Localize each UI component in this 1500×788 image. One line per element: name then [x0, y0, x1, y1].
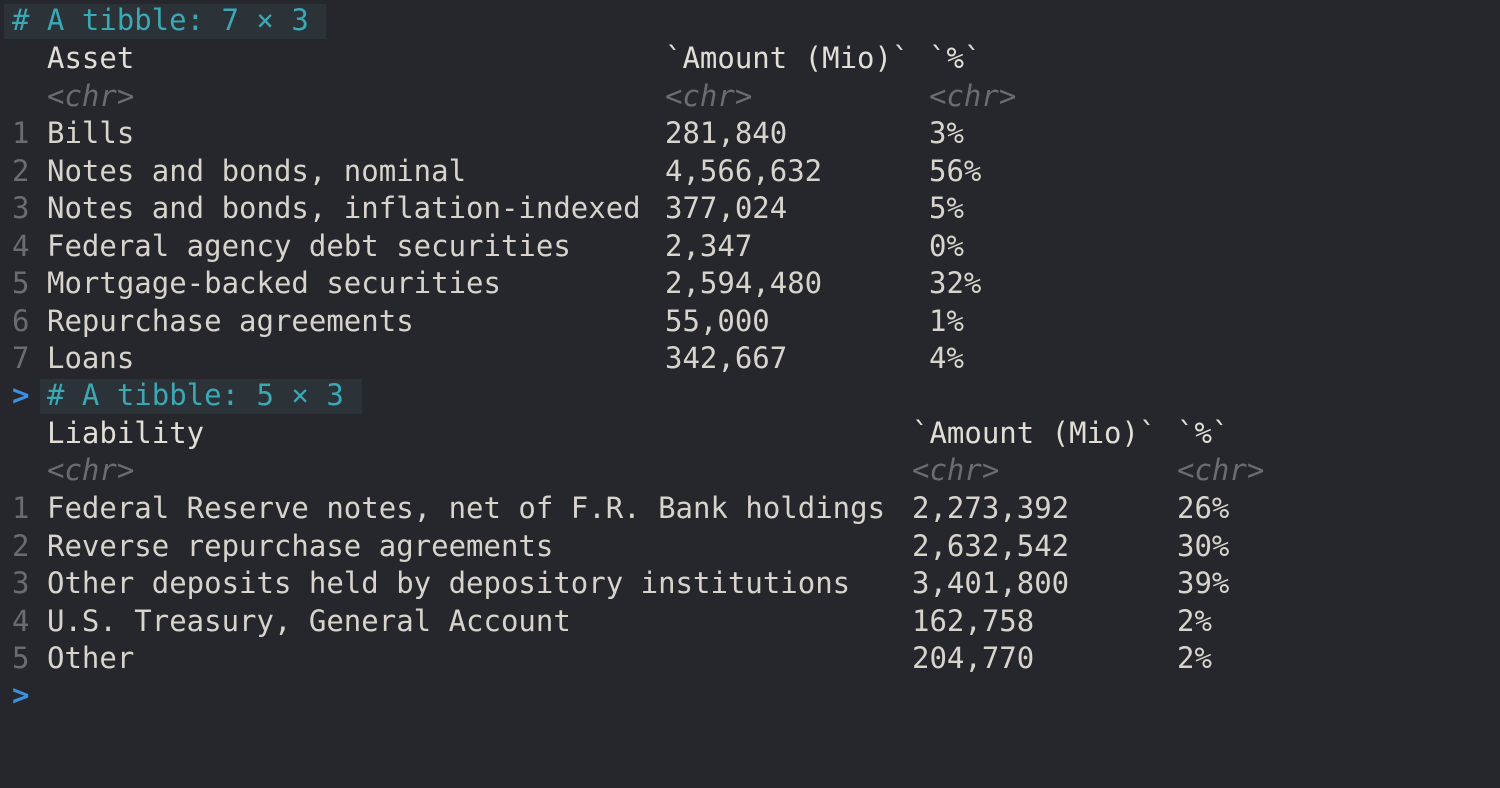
row-number: 1: [12, 116, 30, 150]
row-percent: 56%: [929, 153, 982, 188]
tibble-2-meta-line: > # A tibble: 5 × 3: [0, 377, 362, 414]
console-input-line[interactable]: >: [0, 677, 70, 714]
column-type-liability: <chr>: [47, 453, 135, 487]
tibble-2-type-row: <chr> <chr> <chr>: [0, 452, 1264, 489]
column-header-percent: `%`: [1177, 416, 1230, 450]
row-number: 3: [12, 191, 30, 225]
row-percent: 5%: [929, 191, 964, 225]
column-header-amount: `Amount (Mio)`: [912, 416, 1157, 450]
column-header-liability: Liability: [47, 416, 205, 450]
row-label: Bills: [47, 116, 135, 150]
row-label: Federal Reserve notes, net of F.R. Bank …: [47, 491, 886, 525]
column-header-asset: Asset: [47, 41, 135, 75]
prompt-symbol: >: [12, 678, 30, 712]
tibble-2-header-row: Liability `Amount (Mio)` `%`: [0, 415, 1229, 452]
column-type-amount: <chr>: [912, 453, 1000, 487]
row-amount: 3,401,800: [912, 566, 1070, 600]
row-percent: 4%: [929, 341, 964, 375]
row-number: 1: [12, 491, 30, 525]
row-amount: 204,770: [912, 641, 1035, 675]
row-number: 2: [12, 153, 30, 188]
row-amount: 377,024: [665, 191, 788, 225]
row-number: 2: [12, 528, 30, 563]
row-label: Other: [47, 641, 135, 675]
row-label: Reverse repurchase agreements: [47, 528, 554, 563]
row-percent: 32%: [929, 266, 982, 300]
row-label: Loans: [47, 341, 135, 375]
row-number: 4: [12, 603, 30, 638]
row-percent: 30%: [1177, 528, 1230, 563]
row-number: 5: [12, 641, 30, 675]
prompt-symbol: >: [12, 378, 30, 412]
row-amount: 2,347: [665, 228, 753, 263]
row-percent: 2%: [1177, 641, 1212, 675]
column-type-amount: <chr>: [665, 79, 753, 113]
r-console-output: # A tibble: 7 × 3 Asset `Amount (Mio)` `…: [0, 0, 1500, 725]
column-type-percent: <chr>: [1177, 453, 1265, 487]
row-amount: 2,594,480: [665, 266, 823, 300]
row-number: 4: [12, 228, 30, 263]
row-label: Repurchase agreements: [47, 303, 414, 338]
row-amount: 4,566,632: [665, 153, 823, 188]
tibble-1-header-row: Asset `Amount (Mio)` `%`: [0, 40, 981, 77]
row-number: 7: [12, 341, 30, 375]
row-number: 3: [12, 566, 30, 600]
row-percent: 26%: [1177, 491, 1230, 525]
row-label: Notes and bonds, inflation-indexed: [47, 191, 641, 225]
row-amount: 2,273,392: [912, 491, 1070, 525]
row-label: Mortgage-backed securities: [47, 266, 501, 300]
row-percent: 3%: [929, 116, 964, 150]
row-amount: 342,667: [665, 341, 788, 375]
row-percent: 39%: [1177, 566, 1230, 600]
row-amount: 281,840: [665, 116, 788, 150]
column-type-percent: <chr>: [929, 79, 1017, 113]
tibble-1-meta: # A tibble: 7 × 3: [12, 3, 309, 37]
row-label: Other deposits held by depository instit…: [47, 566, 851, 600]
row-label: Federal agency debt securities: [47, 228, 571, 263]
tibble-2-meta: # A tibble: 5 × 3: [47, 378, 344, 412]
row-percent: 1%: [929, 303, 964, 338]
tibble-1-type-row: <chr> <chr> <chr>: [0, 78, 1016, 115]
column-header-percent: `%`: [929, 41, 982, 75]
row-label: Notes and bonds, nominal: [47, 153, 467, 188]
row-percent: 0%: [929, 228, 964, 263]
row-label: U.S. Treasury, General Account: [47, 603, 571, 638]
row-amount: 162,758: [912, 603, 1035, 638]
tibble-1-meta-line: # A tibble: 7 × 3: [0, 2, 326, 39]
row-number: 6: [12, 303, 30, 338]
column-header-amount: `Amount (Mio)`: [665, 41, 910, 75]
row-amount: 2,632,542: [912, 528, 1070, 563]
row-percent: 2%: [1177, 603, 1212, 638]
row-amount: 55,000: [665, 303, 770, 338]
row-number: 5: [12, 266, 30, 300]
column-type-asset: <chr>: [47, 79, 135, 113]
